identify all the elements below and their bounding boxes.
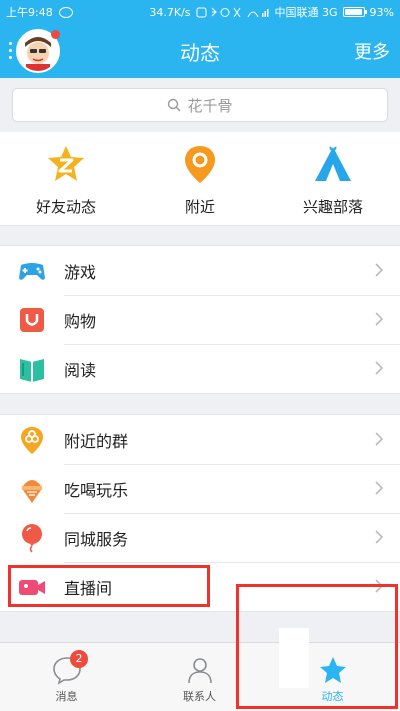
list-item-food-fun[interactable]: 吃喝玩乐: [0, 464, 400, 513]
page-title: 动态: [180, 41, 220, 65]
grid-item-friend-feed[interactable]: 好友动态: [6, 144, 126, 217]
list-item-nearby-groups[interactable]: 附近的群: [0, 415, 400, 464]
quick-grid: 好友动态 附近 兴趣部落: [0, 132, 400, 226]
list-item-label: 附近的群: [64, 431, 129, 451]
list-item-label: 购物: [64, 311, 97, 331]
status-time: 上午9:48: [6, 6, 53, 19]
shopping-bag-icon: [20, 307, 44, 332]
list-item-shopping[interactable]: 购物: [0, 295, 400, 344]
grid-item-tribe[interactable]: 兴趣部落: [273, 144, 393, 217]
chevron-right-icon: [375, 481, 384, 495]
search-input[interactable]: 花千骨: [12, 88, 388, 122]
battery-level: 93%: [369, 5, 394, 19]
title-bar: 上午9:48 34.7K/s 中国联通 3G 93% 动态 更多: [0, 0, 400, 78]
list-item-games[interactable]: 游戏: [0, 246, 400, 295]
nearby-group-icon: [21, 426, 43, 454]
network-speed: 34.7K/s: [149, 5, 191, 19]
list-item-label: 阅读: [64, 360, 97, 380]
more-button[interactable]: 更多: [354, 38, 390, 64]
friend-feed-icon: [48, 146, 84, 181]
carrier-label: 中国联通 3G: [274, 6, 338, 19]
tab-label: 消息: [55, 690, 78, 703]
balloon-icon: [22, 523, 42, 553]
grid-item-nearby[interactable]: 附近: [140, 144, 260, 217]
chevron-right-icon: [375, 312, 384, 326]
grid-label: 好友动态: [35, 198, 96, 216]
list-group-apps: 游戏 购物 阅读: [0, 245, 400, 394]
battery-icon: [342, 7, 367, 17]
highlight-box-feed-tab: [236, 584, 398, 709]
chevron-right-icon: [375, 530, 384, 544]
list-item-label: 同城服务: [64, 529, 129, 549]
gamepad-icon: [19, 262, 45, 280]
chevron-right-icon: [375, 263, 384, 277]
tribe-tent-icon: [315, 146, 351, 181]
status-bar: 上午9:48 34.7K/s 中国联通 3G 93%: [0, 0, 400, 22]
chevron-right-icon: [375, 432, 384, 446]
highlight-box-live-room: [8, 565, 210, 607]
contacts-person-icon: [187, 658, 212, 684]
grid-label: 附近: [184, 198, 215, 216]
search-placeholder: 花千骨: [187, 96, 233, 115]
tab-messages[interactable]: 2 消息: [0, 643, 133, 711]
list-item-reading[interactable]: 阅读: [0, 344, 400, 393]
unread-badge: 2: [70, 650, 88, 668]
search-icon: [168, 98, 181, 112]
list-item-city-service[interactable]: 同城服务: [0, 513, 400, 562]
ice-cream-icon: [22, 479, 42, 503]
list-item-label: 游戏: [64, 262, 97, 282]
chevron-right-icon: [375, 361, 384, 375]
grid-label: 兴趣部落: [302, 198, 363, 216]
book-icon: [20, 358, 44, 382]
wechat-icon: [58, 6, 73, 18]
status-icons: [196, 7, 269, 17]
list-item-label: 吃喝玩乐: [64, 480, 129, 500]
nearby-pin-icon: [185, 146, 215, 183]
